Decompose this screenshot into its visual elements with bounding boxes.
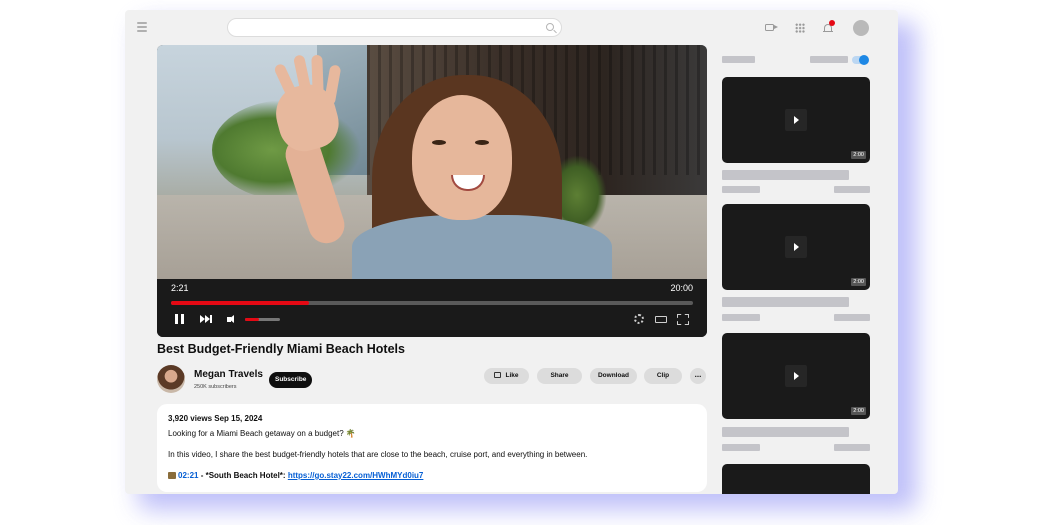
- next-icon[interactable]: [200, 315, 212, 323]
- video-player[interactable]: 2:21 20:00: [157, 45, 707, 337]
- chapter-text: - *South Beach Hotel*:: [198, 471, 288, 480]
- player-controls: 2:21 20:00: [157, 279, 707, 337]
- skeleton-autoplay-label: [810, 56, 848, 63]
- notification-dot: [829, 20, 835, 26]
- like-button[interactable]: Like: [484, 368, 529, 384]
- description-box[interactable]: 3,920 views Sep 15, 2024 Looking for a M…: [157, 404, 707, 492]
- view-count-and-date: 3,920 views Sep 15, 2024: [168, 414, 263, 423]
- skeleton-title: [722, 170, 849, 180]
- fullscreen-icon[interactable]: [677, 314, 689, 325]
- video-frame[interactable]: [157, 45, 707, 279]
- progress-bar-fill: [171, 301, 309, 305]
- hamburger-menu-icon[interactable]: [137, 22, 147, 32]
- share-button[interactable]: Share: [537, 368, 582, 384]
- skeleton-meta: [834, 444, 870, 451]
- finger: [311, 54, 324, 96]
- skeleton-meta: [722, 444, 760, 451]
- channel-name[interactable]: Megan Travels: [194, 369, 263, 380]
- thumbs-up-icon: [494, 372, 502, 378]
- person-jacket: [352, 215, 612, 279]
- create-video-icon[interactable]: [765, 24, 778, 31]
- video-duration: 2:00: [851, 151, 866, 159]
- browser-window: 2:21 20:00 Best Budget-Friendly Miami Be…: [125, 10, 898, 494]
- search-icon[interactable]: [546, 23, 554, 31]
- play-icon: [785, 109, 807, 131]
- skeleton-meta: [722, 314, 760, 321]
- skeleton-meta: [834, 314, 870, 321]
- volume-slider[interactable]: [245, 318, 280, 321]
- video-duration: 2:00: [851, 278, 866, 286]
- pause-icon[interactable]: [175, 314, 184, 324]
- volume-slider-fill: [245, 318, 259, 321]
- subscribe-button[interactable]: Subscribe: [269, 372, 313, 388]
- volume-icon[interactable]: [227, 315, 237, 324]
- play-icon: [785, 365, 807, 387]
- video-title: Best Budget-Friendly Miami Beach Hotels: [157, 342, 405, 356]
- description-chapter: 02:21 - *South Beach Hotel*: https://go.…: [168, 471, 696, 480]
- skeleton-heading: [722, 56, 755, 63]
- play-icon: [785, 236, 807, 258]
- total-time: 20:00: [670, 283, 693, 293]
- download-button[interactable]: Download: [590, 368, 637, 384]
- recommended-video-thumbnail[interactable]: [722, 464, 870, 494]
- autoplay-toggle[interactable]: [852, 55, 869, 65]
- theater-mode-icon[interactable]: [655, 316, 667, 323]
- settings-gear-icon[interactable]: [634, 314, 644, 324]
- search-input[interactable]: [227, 18, 562, 37]
- hotel-icon: [168, 472, 176, 479]
- skeleton-title: [722, 297, 849, 307]
- description-line-2: In this video, I share the best budget-f…: [168, 450, 588, 459]
- apps-grid-icon[interactable]: [795, 23, 805, 33]
- recommended-video-thumbnail[interactable]: 2:00: [722, 204, 870, 290]
- user-avatar[interactable]: [853, 20, 869, 36]
- like-label: Like: [505, 372, 519, 379]
- person-eye-left: [432, 140, 446, 145]
- video-duration: 2:00: [851, 407, 866, 415]
- current-time: 2:21: [171, 283, 189, 293]
- person-eye-right: [475, 140, 489, 145]
- description-line-1: Looking for a Miami Beach getaway on a b…: [168, 429, 356, 438]
- skeleton-meta: [834, 186, 870, 193]
- recommended-video-thumbnail[interactable]: 2:00: [722, 333, 870, 419]
- person-face: [412, 95, 512, 220]
- chapter-timestamp-link[interactable]: 02:21: [178, 471, 198, 480]
- more-actions-button[interactable]: ...: [690, 368, 706, 384]
- subscriber-count: 250K subscribers: [194, 384, 237, 390]
- channel-avatar[interactable]: [157, 365, 185, 393]
- skeleton-title: [722, 427, 849, 437]
- clip-button[interactable]: Clip: [644, 368, 682, 384]
- skeleton-meta: [722, 186, 760, 193]
- recommended-video-thumbnail[interactable]: 2:00: [722, 77, 870, 163]
- progress-bar[interactable]: [171, 301, 693, 305]
- hotel-affiliate-link[interactable]: https://go.stay22.com/HWhMYd0iu7: [288, 471, 424, 480]
